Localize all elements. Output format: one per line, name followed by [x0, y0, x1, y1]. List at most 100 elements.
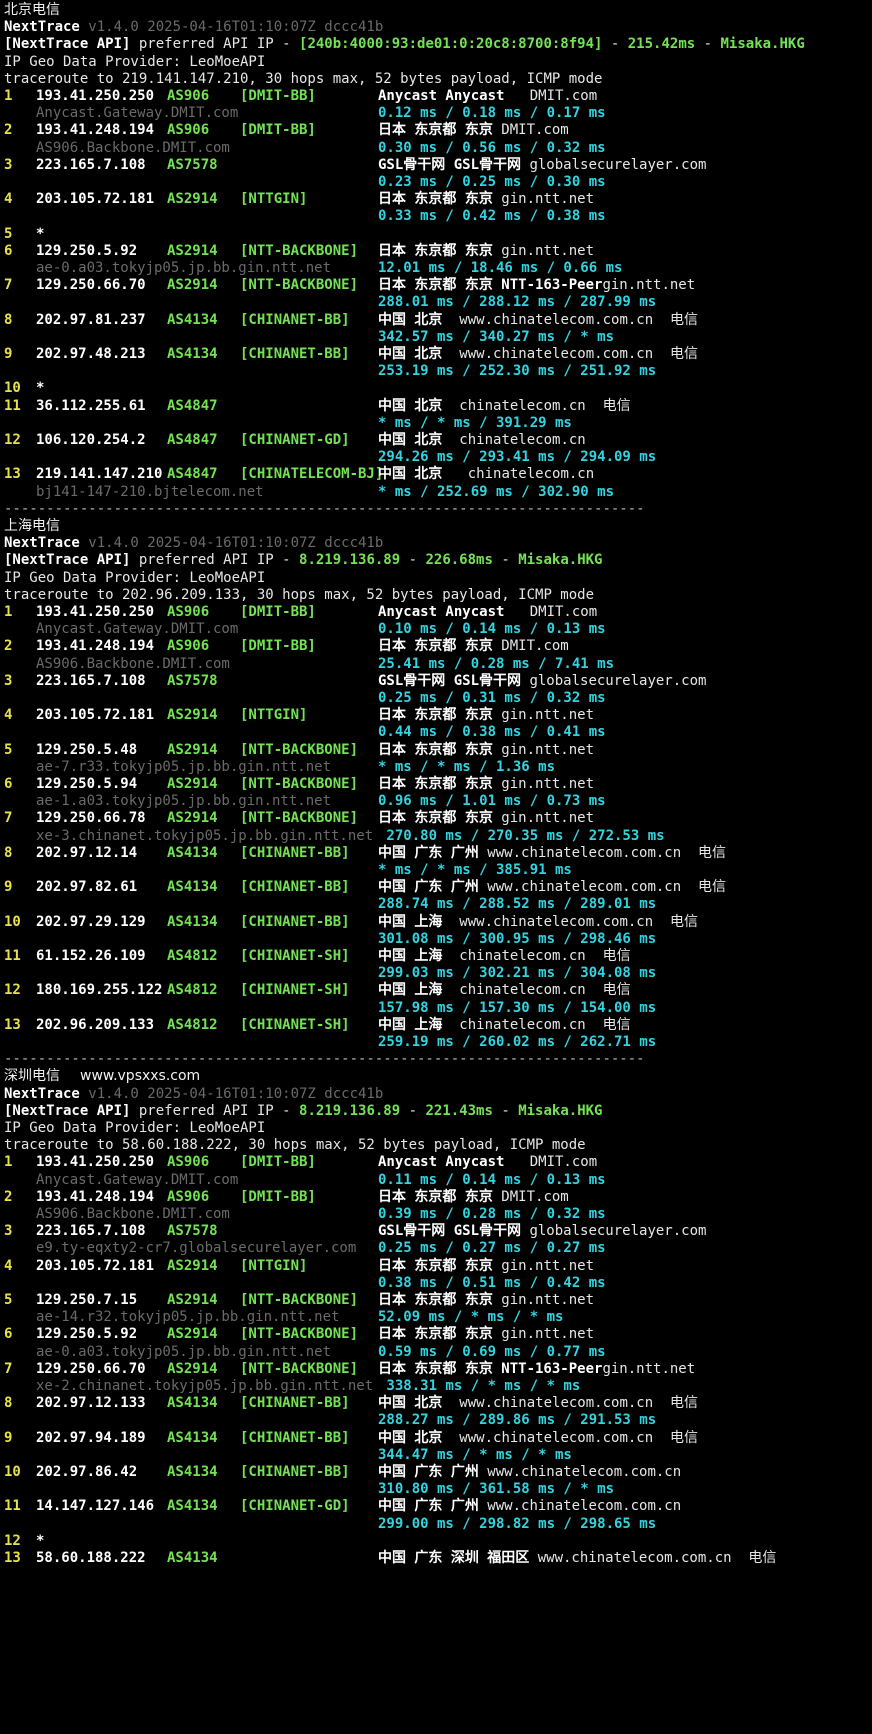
hop-row: 8 202.97.12.133 AS4134 [CHINANET-BB] 中国 北京 w… — [0, 1394, 872, 1413]
hop-asn: AS906 — [167, 638, 210, 655]
hop-geo: 中国 广东 广州 — [378, 879, 488, 896]
site-watermark: www.vpsxxs.com — [80, 1068, 201, 1085]
hop-org: www.chinatelecom.com.cn 电信 — [537, 1550, 777, 1566]
hop-row: 8 202.97.12.14 AS4134 [CHINANET-BB] 中国 广东 广州… — [0, 844, 872, 863]
hop-ip: 202.97.12.14 — [36, 844, 138, 861]
hop-row: 13 202.96.209.133 AS4812 [CHINANET-SH] 中国 上海… — [0, 1016, 872, 1035]
api-sep: - — [400, 552, 426, 569]
hop-geo: GSL骨干网 GSL骨干网 — [378, 672, 530, 689]
hop-rtt: 0.59 ms / 0.69 ms / 0.77 ms — [378, 1343, 606, 1360]
hop-rtt: 344.47 ms / * ms / * ms — [378, 1446, 572, 1463]
hop-rtt: 0.25 ms / 0.31 ms / 0.32 ms — [378, 690, 606, 706]
hop-tag: [CHINANET-GD] — [240, 1498, 350, 1515]
hop-number: 5 — [4, 225, 13, 242]
hop-rdns: ae-14.r32.tokyjp05.jp.bb.gin.ntt.net — [36, 1309, 340, 1326]
hop-asn: AS2914 — [167, 776, 218, 792]
hop-number: 8 — [4, 844, 13, 861]
hop-row: 12 * — [0, 1532, 872, 1551]
hop-asn: AS4134 — [167, 1429, 218, 1446]
hop-rtt: 301.08 ms / 300.95 ms / 298.46 ms — [378, 930, 657, 947]
hop-org: chinatelecom.cn — [459, 432, 586, 448]
hop-asn: AS906 — [167, 1188, 210, 1205]
hop-tag: [DMIT-BB] — [240, 638, 316, 655]
hop-detail-row: 288.74 ms / 288.52 ms / 289.01 ms — [0, 895, 872, 914]
hop-location: 日本 东京都 东京 NTT-163-Peergin.ntt.net — [378, 1360, 695, 1379]
hop-number: 8 — [4, 311, 13, 328]
hop-org: chinatelecom.cn 电信 — [459, 397, 631, 414]
tool-header: NextTrace v1.4.0 2025-04-16T01:10:07Z dc… — [0, 18, 872, 37]
hop-rtt: 0.44 ms / 0.38 ms / 0.41 ms — [378, 724, 606, 741]
hop-row: 9 202.97.82.61 AS4134 [CHINANET-BB] 中国 广东 广州… — [0, 878, 872, 897]
hop-org: gin.ntt.net — [602, 277, 696, 294]
hop-row: 6 129.250.5.92 AS2914 [NTT-BACKBONE] 日本 东京都 … — [0, 1325, 872, 1344]
hop-detail-row: 301.08 ms / 300.95 ms / 298.46 ms — [0, 930, 872, 949]
hop-tag: [CHINANET-BB] — [240, 844, 350, 861]
hop-number: 12 — [4, 432, 21, 448]
hop-ip: 129.250.66.70 — [36, 277, 146, 294]
hop-ip: 202.97.94.189 — [36, 1429, 146, 1446]
hop-asn: AS4134 — [167, 879, 218, 896]
hop-asn: AS2914 — [167, 707, 218, 724]
hop-asn: AS2914 — [167, 810, 218, 827]
geo-provider-line: IP Geo Data Provider: LeoMoeAPI — [0, 569, 872, 588]
api-node: Misaka.HKG — [518, 552, 603, 569]
hop-org: gin.ntt.net — [501, 1257, 595, 1274]
hop-detail-row: 0.25 ms / 0.31 ms / 0.32 ms — [0, 689, 872, 708]
hop-geo: 中国 广东 深圳 福田区 — [378, 1550, 538, 1566]
hop-geo: 日本 东京都 东京 — [378, 776, 502, 792]
hop-location: 日本 东京都 东京 DMIT.com — [378, 1188, 569, 1207]
api-line: [NextTrace API] preferred API IP - 8.219… — [0, 551, 872, 570]
hop-tag: [CHINANET-BB] — [240, 1395, 350, 1412]
hop-tag: [NTT-BACKBONE] — [240, 741, 359, 758]
hop-row: 13 219.141.147.210 AS4847 [CHINATELECOM-BJ]… — [0, 465, 872, 484]
hop-ip: 180.169.255.122 — [36, 982, 163, 999]
hop-ip: 202.97.86.42 — [36, 1464, 138, 1480]
hop-rtt: 270.80 ms / 270.35 ms / 272.53 ms — [378, 827, 665, 844]
hop-ip: 58.60.188.222 — [36, 1550, 146, 1566]
hop-row: 3 223.165.7.108 AS7578 GSL骨干网 GSL骨干网 global… — [0, 1222, 872, 1241]
hop-rtt: 0.10 ms / 0.14 ms / 0.13 ms — [378, 621, 606, 638]
hop-row: 3 223.165.7.108 AS7578 GSL骨干网 GSL骨干网 global… — [0, 156, 872, 175]
tool-name: NextTrace — [4, 535, 80, 552]
hop-detail-row: ae-0.a03.tokyjp05.jp.bb.gin.ntt.net 12.01… — [0, 259, 872, 278]
hop-rdns: ae-7.r33.tokyjp05.jp.bb.gin.ntt.net — [36, 758, 332, 775]
hop-rtt: 299.03 ms / 302.21 ms / 304.08 ms — [378, 965, 657, 982]
hop-location: GSL骨干网 GSL骨干网 globalsecurelayer.com — [378, 1222, 706, 1241]
hop-rtt: 0.38 ms / 0.51 ms / 0.42 ms — [378, 1274, 606, 1291]
hop-ip: 202.97.82.61 — [36, 879, 138, 896]
hop-location: 中国 广东 广州 www.chinatelecom.com.cn 电信 — [378, 878, 726, 897]
hop-rdns: ae-0.a03.tokyjp05.jp.bb.gin.ntt.net — [36, 260, 332, 276]
hop-org: gin.ntt.net — [501, 191, 595, 208]
hop-row: 5 129.250.7.15 AS2914 [NTT-BACKBONE] 日本 东京都 … — [0, 1291, 872, 1310]
hop-number: 6 — [4, 776, 13, 792]
hop-org: DMIT.com — [501, 122, 569, 139]
api-label: [NextTrace API] — [4, 36, 131, 53]
hop-org: www.chinatelecom.com.cn — [487, 1498, 682, 1515]
hop-ip: 129.250.5.48 — [36, 741, 138, 758]
hop-asn: AS2914 — [167, 1326, 218, 1343]
hop-org: globalsecurelayer.com — [529, 156, 707, 173]
hop-number: 5 — [4, 741, 13, 758]
hop-geo: 日本 东京都 东京 — [378, 1326, 502, 1343]
hop-ip: 129.250.5.92 — [36, 1326, 138, 1343]
api-ip: [240b:4000:93:de01:0:20c8:8700:8f94] — [299, 36, 603, 53]
hop-asn: AS7578 — [167, 156, 218, 173]
hop-number: 2 — [4, 122, 13, 139]
hop-rtt: 310.80 ms / 361.58 ms / * ms — [378, 1481, 615, 1498]
hop-number: 8 — [4, 1395, 13, 1412]
hop-org: www.chinatelecom.com.cn 电信 — [459, 346, 699, 362]
hop-org: www.chinatelecom.com.cn 电信 — [459, 913, 699, 930]
hop-asn: AS906 — [167, 122, 210, 139]
hop-geo: 中国 北京 — [378, 1395, 460, 1412]
hop-asn: AS4847 — [167, 432, 218, 448]
hop-geo: 日本 东京都 东京 NTT-163-Peer — [378, 1360, 603, 1377]
hop-location: 日本 东京都 东京 gin.ntt.net — [378, 741, 594, 760]
hop-ip: 129.250.66.78 — [36, 810, 146, 827]
hop-tag: [CHINANET-SH] — [240, 948, 350, 964]
hop-org: gin.ntt.net — [602, 1360, 696, 1377]
hop-ip: 106.120.254.2 — [36, 432, 146, 448]
hop-number: 7 — [4, 810, 13, 827]
hop-tag: [CHINANET-BB] — [240, 311, 350, 328]
hop-asn: AS4134 — [167, 311, 218, 328]
hop-geo: 日本 东京都 东京 — [378, 1188, 502, 1205]
